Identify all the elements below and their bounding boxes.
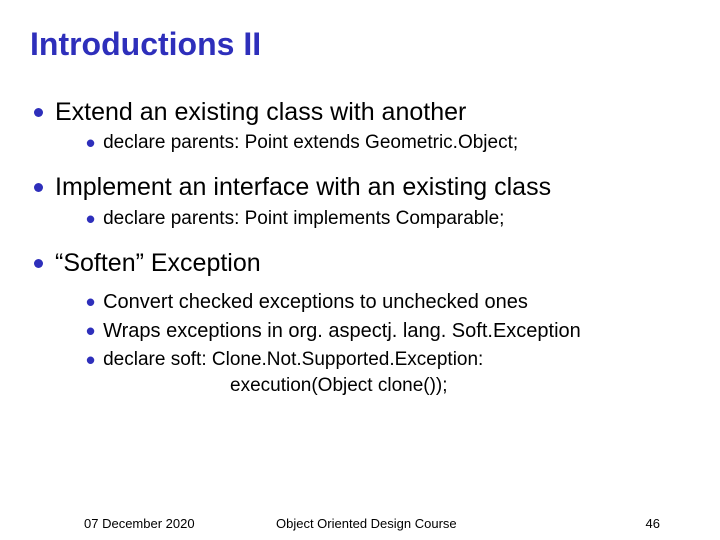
sub-bullet-icon: •	[86, 130, 95, 156]
sub-text: Wraps exceptions in org. aspectj. lang. …	[103, 318, 581, 345]
sub-item: • declare parents: Point implements Comp…	[86, 206, 690, 232]
sub-bullet-icon: •	[86, 318, 95, 344]
bullet-text: “Soften” Exception	[55, 248, 261, 279]
sub-list: • declare parents: Point extends Geometr…	[34, 130, 690, 156]
bullet-icon	[34, 108, 43, 117]
bullet-icon	[34, 259, 43, 268]
sub-item: • declare parents: Point extends Geometr…	[86, 130, 690, 156]
bullet-text: Implement an interface with an existing …	[55, 172, 551, 203]
footer-course-title: Object Oriented Design Course	[276, 516, 457, 531]
slide-title: Introductions II	[30, 26, 690, 63]
bullet-icon	[34, 183, 43, 192]
sub-text-continuation: execution(Object clone());	[86, 373, 690, 399]
bullet-implement: Implement an interface with an existing …	[34, 172, 690, 203]
sub-bullet-icon: •	[86, 289, 95, 315]
sub-list: • declare parents: Point implements Comp…	[34, 206, 690, 232]
footer-date: 07 December 2020	[84, 516, 195, 531]
bullet-extend: Extend an existing class with another	[34, 97, 690, 128]
sub-item: • declare soft: Clone.Not.Supported.Exce…	[86, 347, 690, 373]
sub-item: • Convert checked exceptions to unchecke…	[86, 289, 690, 316]
sub-text: declare soft: Clone.Not.Supported.Except…	[103, 347, 483, 373]
bullet-soften: “Soften” Exception	[34, 248, 690, 279]
sub-text: declare parents: Point extends Geometric…	[103, 130, 518, 156]
slide-content: Extend an existing class with another • …	[30, 97, 690, 398]
slide: Introductions II Extend an existing clas…	[0, 0, 720, 540]
sub-item: • Wraps exceptions in org. aspectj. lang…	[86, 318, 690, 345]
bullet-text: Extend an existing class with another	[55, 97, 466, 128]
sub-text: declare parents: Point implements Compar…	[103, 206, 504, 232]
sub-bullet-icon: •	[86, 347, 95, 373]
sub-list: • Convert checked exceptions to unchecke…	[34, 289, 690, 399]
sub-bullet-icon: •	[86, 206, 95, 232]
footer-page-number: 46	[646, 516, 660, 531]
sub-text: Convert checked exceptions to unchecked …	[103, 289, 528, 316]
